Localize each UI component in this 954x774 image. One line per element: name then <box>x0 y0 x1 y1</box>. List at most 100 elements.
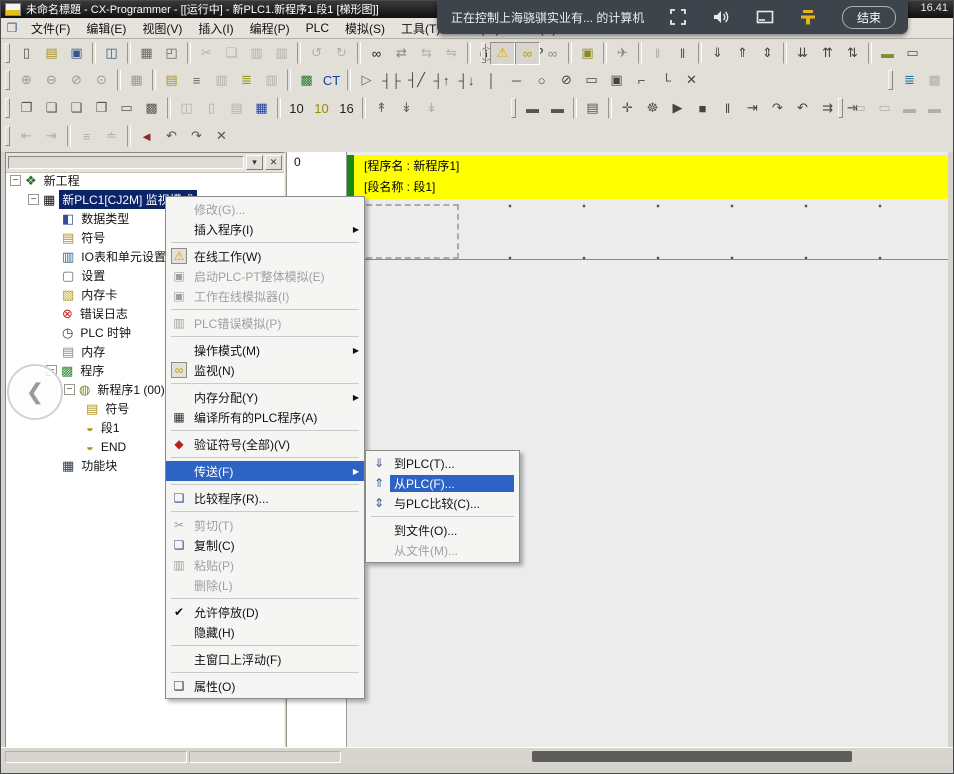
transfer-monitor-button[interactable]: ✈ <box>610 42 635 65</box>
outdent-button[interactable]: ⇥ <box>39 125 64 148</box>
ctx-verify-symbols-all[interactable]: ◆ 验证符号(全部)(V) <box>166 434 364 454</box>
fullscreen-icon[interactable] <box>668 7 688 27</box>
io-condition-button[interactable]: ▭ <box>847 97 872 120</box>
tree-panel-grip[interactable] <box>8 156 244 169</box>
ctx-start-plc-pt-simulation[interactable]: ▣ 启动PLC-PT整体模拟(E) <box>166 266 364 286</box>
ctx-copy[interactable]: ❏ 复制(C) <box>166 535 364 555</box>
copy-button[interactable]: ❏ <box>219 42 244 65</box>
submenu-from-plc[interactable]: ⇑ 从PLC(F)... <box>366 473 519 493</box>
ctx-cut[interactable]: ✂ 剪切(T) <box>166 515 364 535</box>
address-list-button[interactable]: ≡ <box>184 69 209 92</box>
sim-step-out-button[interactable]: ↶ <box>790 97 815 120</box>
collapse-button[interactable]: ▾ <box>246 155 263 170</box>
horizontal-line-button[interactable]: ─ <box>504 69 529 92</box>
menu-edit[interactable]: 编辑(E) <box>78 18 134 39</box>
speaker-icon[interactable] <box>711 7 731 27</box>
transfer-program-button[interactable]: ⇊ <box>790 42 815 65</box>
toolbar-grip[interactable] <box>5 126 10 146</box>
find-button[interactable]: ∞ <box>364 42 389 65</box>
submenu-to-plc[interactable]: ⇓ 到PLC(T)... <box>366 453 519 473</box>
io-condition2-button[interactable]: ▭ <box>872 97 897 120</box>
paste-rung-button[interactable]: ▥ <box>269 42 294 65</box>
monitor-up-button[interactable]: ↟ <box>369 97 394 120</box>
online-edit-release-button[interactable]: ▤ <box>580 97 605 120</box>
save-button[interactable]: ▣ <box>64 42 89 65</box>
float-window-button[interactable]: ❐ <box>14 97 39 120</box>
coil-closed-button[interactable]: ⊘ <box>554 69 579 92</box>
mnemonic-view-button[interactable]: ▩ <box>294 69 319 92</box>
menu-view[interactable]: 视图(V) <box>134 18 190 39</box>
toolbar-grip[interactable] <box>888 70 893 90</box>
grid-button[interactable]: ▦ <box>124 69 149 92</box>
work-online-button[interactable]: ⚠ <box>490 42 515 65</box>
differential-up-button[interactable]: ▬ <box>897 97 922 120</box>
monitor-window-button[interactable]: ▥ <box>259 69 284 92</box>
toolbar-grip[interactable] <box>481 43 486 63</box>
upload-from-plc-button[interactable]: ⇑ <box>730 42 755 65</box>
instruction-button[interactable]: ▭ <box>579 69 604 92</box>
submenu-from-file[interactable]: 从文件(M)... <box>366 540 519 560</box>
new-window-button[interactable]: ❏ <box>39 97 64 120</box>
compile-view-button[interactable]: ◫ <box>174 97 199 120</box>
toolbar-grip[interactable] <box>5 98 10 118</box>
ctx-compile-all-plc-programs[interactable]: ▦ 编译所有的PLC程序(A) <box>166 407 364 427</box>
toolbar-grip[interactable] <box>511 98 516 118</box>
coil-open-button[interactable]: ○ <box>529 69 554 92</box>
menu-plc[interactable]: PLC <box>298 19 337 37</box>
ctx-compare-program[interactable]: ❏ 比较程序(R)... <box>166 488 364 508</box>
online-edit-go-button[interactable]: ▬ <box>520 97 545 120</box>
hex-monitor-button[interactable]: ▦ <box>249 97 274 120</box>
signed-decimal-button[interactable]: 10 <box>309 97 334 120</box>
instruction-detail-button[interactable]: ▣ <box>604 69 629 92</box>
differential-down-button[interactable]: ▬ <box>922 97 947 120</box>
menu-simulation[interactable]: 模拟(S) <box>337 18 393 39</box>
ctx-properties[interactable]: ❑ 属性(O) <box>166 676 364 696</box>
zoom-in-button[interactable]: ⊕ <box>14 69 39 92</box>
monitor-mode-button[interactable]: ∞ <box>515 42 540 65</box>
redo-button[interactable]: ↻ <box>329 42 354 65</box>
indent-button[interactable]: ⇤ <box>14 125 39 148</box>
zoom-reset-button[interactable]: ⊙ <box>89 69 114 92</box>
ctx-plc-error-simulation[interactable]: ▥ PLC错误模拟(P) <box>166 313 364 333</box>
ctx-monitor[interactable]: ∞ 监视(N) <box>166 360 364 380</box>
inverse-button[interactable]: ⌐ <box>629 69 654 92</box>
rung-comment-list-button[interactable]: ≣ <box>234 69 259 92</box>
tree-item-project[interactable]: − ❖ 新工程 <box>6 171 284 190</box>
zoom-fit-button[interactable]: ⊘ <box>64 69 89 92</box>
end-control-button[interactable]: 结束 <box>842 6 896 29</box>
close-panel-button[interactable]: ✕ <box>265 155 282 170</box>
ctx-operating-mode[interactable]: 操作模式(M) ▶ <box>166 340 364 360</box>
decimal-button[interactable]: 10 <box>284 97 309 120</box>
contact-or-open-button[interactable]: ┤↑ <box>429 69 454 92</box>
ctx-memory-allocation[interactable]: 内存分配(Y) ▶ <box>166 387 364 407</box>
find-next-button[interactable]: ⇆ <box>414 42 439 65</box>
print-preview-button[interactable]: ◰ <box>159 42 184 65</box>
symbol-table-button[interactable]: ▤ <box>159 69 184 92</box>
ct-view-button[interactable]: CT <box>319 69 344 92</box>
comment-edit-button[interactable]: ▤ <box>224 97 249 120</box>
pause-monitor-button[interactable]: ∞ <box>540 42 565 65</box>
sim-pause-button[interactable]: ‖ <box>715 97 740 120</box>
align-list-button[interactable]: ≡ <box>74 125 99 148</box>
ctx-float-on-main-window[interactable]: 主窗口上浮动(F) <box>166 649 364 669</box>
monitor-update-button[interactable]: ↡ <box>419 97 444 120</box>
contact-closed-button[interactable]: ┤╱ <box>404 69 429 92</box>
menu-program[interactable]: 编程(P) <box>242 18 298 39</box>
pause-flag-button[interactable]: ‖ <box>645 42 670 65</box>
clear-rung-button[interactable]: ✕ <box>209 125 234 148</box>
ctx-work-online[interactable]: ⚠ 在线工作(W) <box>166 246 364 266</box>
verify-with-plc-button[interactable]: ⇕ <box>755 42 780 65</box>
sim-network-button[interactable]: ☸ <box>640 97 665 120</box>
align-top-button[interactable]: ≐ <box>99 125 124 148</box>
ctx-paste[interactable]: ▥ 粘贴(P) <box>166 555 364 575</box>
monitor-down-button[interactable]: ↡ <box>394 97 419 120</box>
tool-icon[interactable] <box>798 7 818 27</box>
online-edit-send-button[interactable]: ▬ <box>545 97 570 120</box>
compare-button[interactable]: ◫ <box>99 42 124 65</box>
undo-button[interactable]: ↺ <box>304 42 329 65</box>
sim-stop-button[interactable]: ■ <box>690 97 715 120</box>
io-comment-button[interactable]: ▥ <box>209 69 234 92</box>
toolbar-grip[interactable] <box>838 98 843 118</box>
plc-memory-button[interactable]: ▬ <box>875 42 900 65</box>
cross-reference-button[interactable]: ❑ <box>64 97 89 120</box>
